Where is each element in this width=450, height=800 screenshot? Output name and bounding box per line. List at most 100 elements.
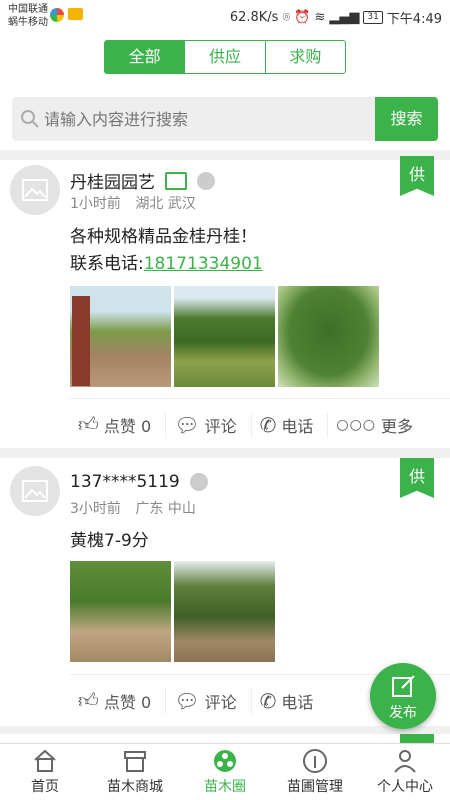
bottom-nav: 首页 苗木商城 苗木圈 苗圃管理 个人中心 xyxy=(0,743,450,800)
clock: 下午4:49 xyxy=(386,12,442,27)
supply-tag: 供 xyxy=(400,156,434,196)
person-icon xyxy=(394,750,416,773)
post-actions: 👍︎ 点赞 0 💬︎ 评论 ✆ 电话 ○○○ 更多 xyxy=(70,398,450,450)
filter-tabs: 全部 供应 求购 xyxy=(104,40,346,74)
search-button[interactable]: 搜索 xyxy=(375,97,438,141)
call-button[interactable]: ✆ 电话 xyxy=(252,688,328,714)
post-text: 各种规格精品金桂丹桂！ xyxy=(70,227,257,247)
verified-license-icon xyxy=(165,171,187,190)
nav-home[interactable]: 首页 xyxy=(0,744,90,800)
call-label: 电话 xyxy=(281,692,314,712)
circle-icon xyxy=(214,750,236,772)
post-meta: 1小时前 湖北 武汉 xyxy=(70,193,206,213)
contact-label: 联系电话: xyxy=(70,254,144,274)
app-notification-icon xyxy=(50,8,64,22)
nav-label: 苗圃管理 xyxy=(287,779,343,795)
phone-icon: ✆ xyxy=(259,688,277,713)
comment-button[interactable]: 💬︎ 评论 xyxy=(166,687,252,714)
nav-label: 苗木圈 xyxy=(204,779,246,795)
search-icon xyxy=(21,110,39,128)
comment-label: 评论 xyxy=(204,416,237,436)
home-icon xyxy=(34,749,56,772)
photo-gallery xyxy=(70,561,275,662)
search-input[interactable] xyxy=(44,109,344,129)
carrier-2: 蜗牛移动 xyxy=(8,17,48,28)
divider xyxy=(0,726,450,734)
comment-button[interactable]: 💬︎ 评论 xyxy=(166,411,252,438)
like-button[interactable]: 👍︎ 点赞 0 xyxy=(70,687,167,714)
search-box xyxy=(12,97,375,141)
comment-icon: 💬︎ xyxy=(174,412,200,437)
tab-all[interactable]: 全部 xyxy=(105,41,185,73)
post-location: 广东 中山 xyxy=(135,501,196,517)
post-content: 各种规格精品金桂丹桂！ 联系电话:18171334901 xyxy=(70,224,263,278)
tree-icon xyxy=(303,749,327,773)
mail-icon xyxy=(68,8,83,20)
post-meta: 3小时前 广东 中山 xyxy=(70,498,206,518)
thumb-up-icon: 👍︎ xyxy=(78,412,99,436)
contact-line: 联系电话:18171334901 xyxy=(70,251,263,278)
nav-label: 个人中心 xyxy=(377,779,433,795)
nav-label: 首页 xyxy=(31,779,59,795)
post-photo[interactable] xyxy=(174,561,275,662)
nav-shop[interactable]: 苗木商城 xyxy=(90,744,180,800)
signal-icon: ▂▄▆ xyxy=(329,10,360,25)
battery-level: 31 xyxy=(363,11,383,24)
phone-link[interactable]: 18171334901 xyxy=(144,254,263,274)
network-speed: 62.8K/s xyxy=(229,10,279,25)
post-photo[interactable] xyxy=(70,286,171,387)
medal-icon xyxy=(197,171,215,190)
post-content: 黄槐7-9分 xyxy=(70,528,149,555)
image-placeholder-icon xyxy=(22,480,48,502)
like-label: 点赞 0 xyxy=(103,416,152,436)
more-label: 更多 xyxy=(381,416,414,436)
carrier-1: 中国联通 xyxy=(8,4,48,15)
post-photo[interactable] xyxy=(278,286,379,387)
post-card[interactable]: 丹桂园园艺 1小时前 湖北 武汉 供 各种规格精品金桂丹桂！ 联系电话:1817… xyxy=(0,156,450,450)
comment-icon: 💬︎ xyxy=(174,688,200,713)
supply-tag-partial xyxy=(400,734,434,743)
photo-gallery xyxy=(70,286,379,387)
search-bar: 搜索 xyxy=(12,97,438,141)
post-time: 3小时前 xyxy=(70,501,121,517)
author-name: 丹桂园园艺 xyxy=(70,173,155,193)
supply-tag: 供 xyxy=(400,458,434,498)
location-icon: ⌾ xyxy=(282,10,291,25)
publish-label: 发布 xyxy=(389,705,417,721)
like-label: 点赞 0 xyxy=(103,692,152,712)
author-name: 137****5119 xyxy=(70,472,180,492)
post-photo[interactable] xyxy=(174,286,275,387)
image-placeholder-icon xyxy=(22,179,48,201)
nav-label: 苗木商城 xyxy=(107,779,163,795)
nav-circle[interactable]: 苗木圈 xyxy=(180,744,270,800)
tab-purchase[interactable]: 求购 xyxy=(264,41,345,73)
wifi-icon: ≋ xyxy=(314,10,326,25)
comment-label: 评论 xyxy=(204,692,237,712)
thumb-up-icon: 👍︎ xyxy=(78,688,99,712)
alarm-icon: ⏰ xyxy=(294,10,311,25)
call-button[interactable]: ✆ 电话 xyxy=(252,411,329,438)
notification-icons xyxy=(50,8,83,22)
post-photo[interactable] xyxy=(70,561,171,662)
nav-nursery[interactable]: 苗圃管理 xyxy=(270,744,360,800)
divider xyxy=(0,150,450,160)
publish-button[interactable]: 发布 xyxy=(370,663,436,729)
post-time: 1小时前 xyxy=(70,196,121,212)
phone-icon: ✆ xyxy=(259,412,277,437)
divider xyxy=(0,448,450,458)
post-location: 湖北 武汉 xyxy=(135,196,196,212)
post-author[interactable]: 丹桂园园艺 xyxy=(70,168,215,193)
avatar[interactable] xyxy=(10,165,60,215)
status-right: 62.8K/s ⌾ ⏰ ≋ ▂▄▆ 31 下午4:49 xyxy=(230,8,442,27)
like-button[interactable]: 👍︎ 点赞 0 xyxy=(70,411,167,438)
status-bar: 中国联通 蜗牛移动 62.8K/s ⌾ ⏰ ≋ ▂▄▆ 31 下午4:49 xyxy=(0,0,450,32)
carrier-info: 中国联通 蜗牛移动 xyxy=(8,3,48,29)
nav-profile[interactable]: 个人中心 xyxy=(360,744,450,800)
medal-icon xyxy=(189,473,208,491)
tab-supply[interactable]: 供应 xyxy=(184,41,264,73)
post-author[interactable]: 137****5119 xyxy=(70,472,208,492)
more-button[interactable]: ○○○ 更多 xyxy=(328,412,427,438)
avatar[interactable] xyxy=(10,466,60,516)
shop-icon xyxy=(124,751,146,772)
edit-icon xyxy=(392,675,415,697)
